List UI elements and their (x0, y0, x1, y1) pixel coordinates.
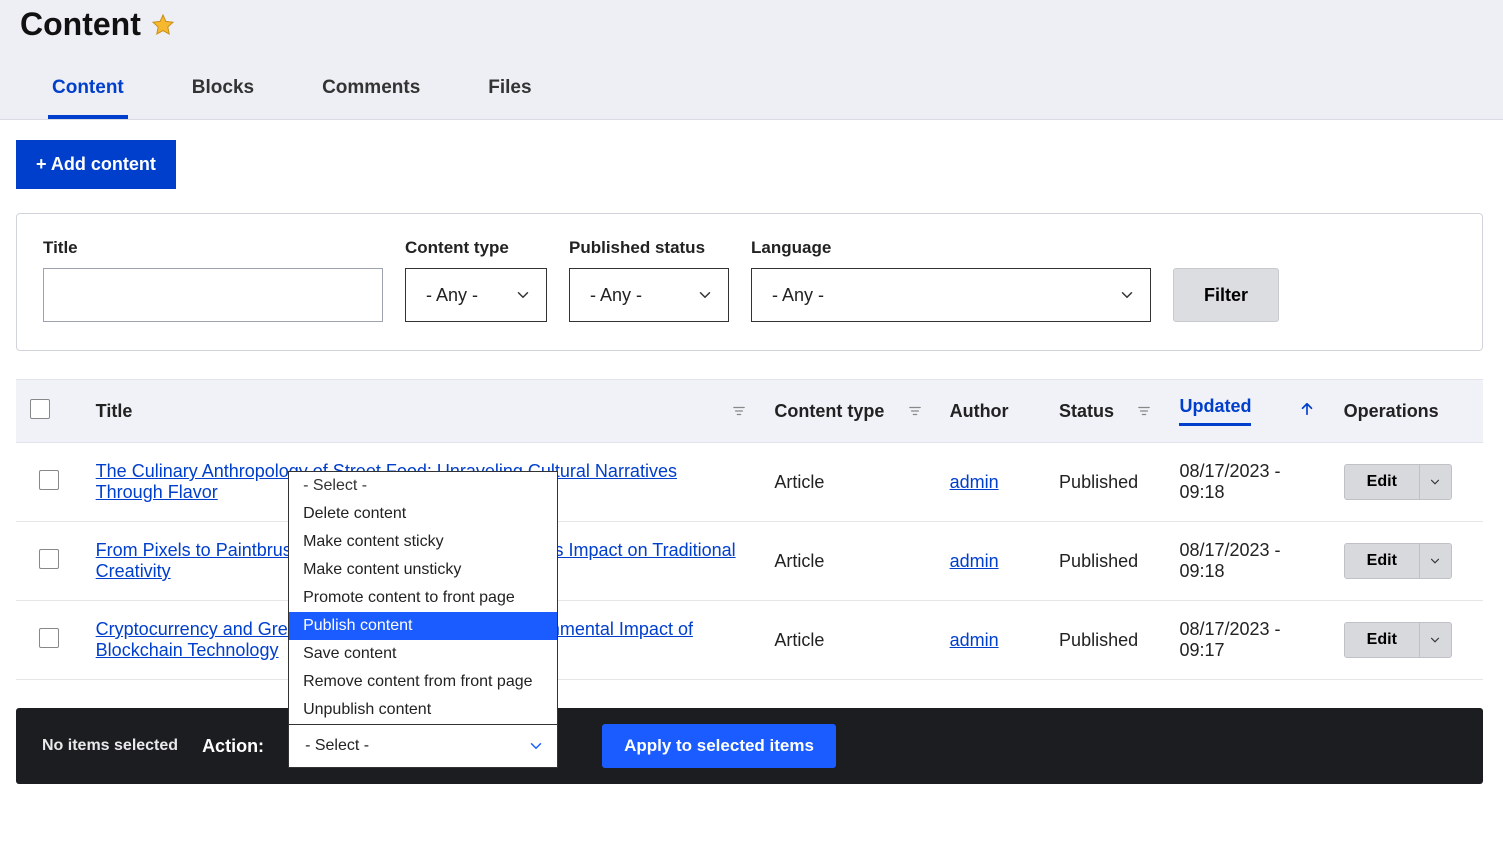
chevron-down-icon (1118, 286, 1136, 304)
content-type-cell: Article (760, 601, 935, 680)
action-option[interactable]: - Select - (289, 472, 557, 500)
page-title: Content (20, 6, 141, 43)
filter-language-select[interactable]: - Any - (751, 268, 1151, 322)
updated-cell: 08/17/2023 - 09:18 (1165, 443, 1329, 522)
action-option[interactable]: Remove content from front page (289, 668, 557, 696)
col-author-header[interactable]: Author (950, 401, 1009, 421)
chevron-down-icon (527, 737, 545, 755)
filter-published-value: - Any - (590, 285, 642, 306)
action-select[interactable]: - Select - (288, 724, 558, 768)
author-link[interactable]: admin (950, 630, 999, 650)
table-row: The Culinary Anthropology of Street Food… (16, 443, 1483, 522)
content-table: Title Content type Author Status (16, 379, 1483, 680)
edit-button[interactable]: Edit (1345, 623, 1419, 657)
author-link[interactable]: admin (950, 472, 999, 492)
edit-button[interactable]: Edit (1345, 544, 1419, 578)
action-dropdown-panel: - Select -Delete contentMake content sti… (288, 471, 558, 724)
filter-content-type-value: - Any - (426, 285, 478, 306)
table-row: From Pixels to Paintbrushes: The Rise of… (16, 522, 1483, 601)
tab-comments[interactable]: Comments (318, 67, 424, 119)
tab-blocks[interactable]: Blocks (188, 67, 258, 119)
apply-button[interactable]: Apply to selected items (602, 724, 836, 768)
action-option[interactable]: Promote content to front page (289, 584, 557, 612)
star-icon[interactable] (151, 13, 175, 37)
sort-icon (1137, 404, 1151, 418)
sort-icon (732, 404, 746, 418)
filter-button[interactable]: Filter (1173, 268, 1279, 322)
content-type-cell: Article (760, 443, 935, 522)
edit-dropdown-button[interactable] (1419, 465, 1451, 499)
updated-cell: 08/17/2023 - 09:18 (1165, 522, 1329, 601)
filter-published-select[interactable]: - Any - (569, 268, 729, 322)
table-row: Cryptocurrency and Green Energy: Examini… (16, 601, 1483, 680)
status-cell: Published (1045, 443, 1165, 522)
chevron-down-icon (514, 286, 532, 304)
action-option[interactable]: Save content (289, 640, 557, 668)
status-cell: Published (1045, 522, 1165, 601)
action-option[interactable]: Delete content (289, 500, 557, 528)
tab-content[interactable]: Content (48, 67, 128, 119)
action-select-value: - Select - (305, 737, 369, 755)
col-updated-header[interactable]: Updated (1179, 396, 1251, 426)
col-content-type-header[interactable]: Content type (774, 401, 884, 422)
action-label: Action: (202, 736, 264, 757)
filter-language-label: Language (751, 238, 1151, 258)
content-type-cell: Article (760, 522, 935, 601)
bulk-actions-bar: No items selected Action: - Select -Dele… (16, 708, 1483, 784)
action-option[interactable]: Unpublish content (289, 696, 557, 724)
col-status-header[interactable]: Status (1059, 401, 1114, 422)
col-title-header[interactable]: Title (96, 401, 133, 422)
filter-content-type-label: Content type (405, 238, 547, 258)
filter-content-type-select[interactable]: - Any - (405, 268, 547, 322)
select-all-checkbox[interactable] (30, 399, 50, 419)
action-option[interactable]: Publish content (289, 612, 557, 640)
primary-tabs: Content Blocks Comments Files (20, 67, 1483, 119)
chevron-down-icon (696, 286, 714, 304)
row-checkbox[interactable] (39, 549, 59, 569)
col-operations-header: Operations (1344, 401, 1439, 421)
filter-title-input[interactable] (43, 268, 383, 322)
author-link[interactable]: admin (950, 551, 999, 571)
filter-language-value: - Any - (772, 285, 824, 306)
edit-button[interactable]: Edit (1345, 465, 1419, 499)
edit-dropdown-button[interactable] (1419, 623, 1451, 657)
action-option[interactable]: Make content unsticky (289, 556, 557, 584)
no-items-selected-label: No items selected (42, 737, 178, 755)
row-checkbox[interactable] (39, 470, 59, 490)
action-option[interactable]: Make content sticky (289, 528, 557, 556)
filter-title-label: Title (43, 238, 383, 258)
updated-cell: 08/17/2023 - 09:17 (1165, 601, 1329, 680)
add-content-button[interactable]: + Add content (16, 140, 176, 189)
tab-files[interactable]: Files (484, 67, 535, 119)
sort-icon (908, 404, 922, 418)
filters-panel: Title Content type - Any - Published sta… (16, 213, 1483, 351)
row-checkbox[interactable] (39, 628, 59, 648)
status-cell: Published (1045, 601, 1165, 680)
arrow-up-icon (1298, 400, 1316, 423)
filter-published-label: Published status (569, 238, 729, 258)
edit-dropdown-button[interactable] (1419, 544, 1451, 578)
